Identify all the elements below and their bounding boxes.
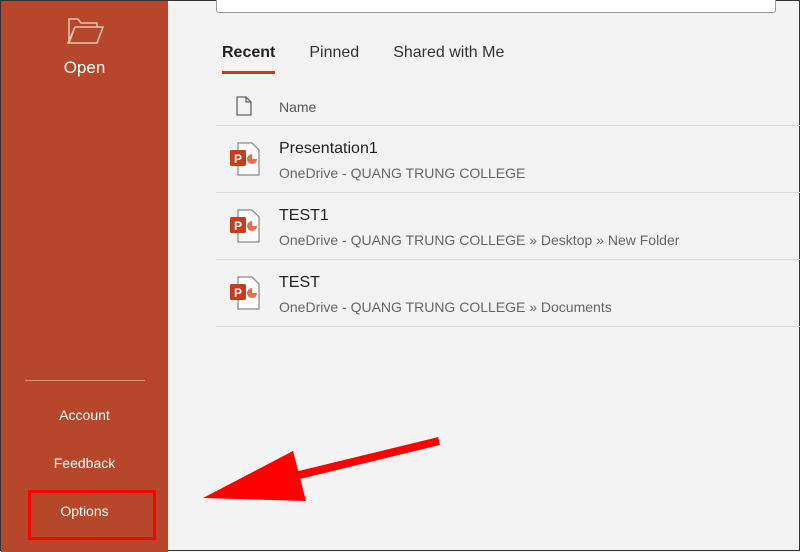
red-annotation-arrow: [203, 437, 440, 501]
